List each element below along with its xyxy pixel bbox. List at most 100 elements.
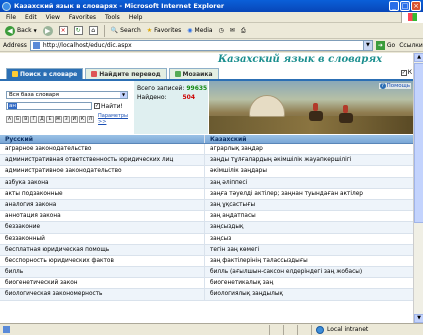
mosaic-tab-icon bbox=[174, 71, 181, 77]
kazakh-term: тегін заң көмегі bbox=[210, 246, 260, 253]
kazakh-term: биологиялық заңдылық bbox=[210, 291, 283, 298]
table-row[interactable]: биологическая закономерность биологиялық … bbox=[0, 289, 413, 301]
mail-button[interactable]: ✉ bbox=[228, 24, 237, 37]
security-zone: Local intranet bbox=[312, 325, 368, 334]
table-row[interactable]: административная ответственность юридиче… bbox=[0, 155, 413, 167]
favorites-button[interactable]: ★ Favorites bbox=[145, 24, 184, 37]
alphabet-letter[interactable]: Г bbox=[30, 115, 38, 123]
menu-file[interactable]: File bbox=[6, 14, 16, 21]
site-logo: Казахский язык в словарях bbox=[218, 54, 383, 65]
refresh-button[interactable]: ↻ bbox=[72, 24, 85, 37]
params-link[interactable]: Параметры >> bbox=[98, 113, 132, 125]
scroll-down-icon[interactable]: ▼ bbox=[414, 314, 423, 323]
table-row[interactable]: акты подзаконные заңға тәуелді актілер; з… bbox=[0, 188, 413, 200]
go-button[interactable]: ➜ Go bbox=[375, 40, 395, 50]
checkbox-icon: ✓ bbox=[400, 69, 407, 76]
alphabet-letter[interactable]: Л bbox=[86, 115, 95, 123]
links-button[interactable]: Ссылки bbox=[399, 42, 423, 49]
address-dropdown-icon[interactable]: ▼ bbox=[362, 40, 372, 50]
search-button[interactable]: 🔍 Search bbox=[109, 24, 143, 37]
address-input[interactable]: http://localhost/educ/dic.aspx ▼ bbox=[29, 39, 373, 51]
alphabet-letter[interactable]: А bbox=[6, 115, 14, 123]
search-tab-icon bbox=[12, 71, 18, 77]
scroll-up-icon[interactable]: ▲ bbox=[414, 53, 423, 62]
kazakh-term: заң фактілерінің талассыздығы bbox=[210, 257, 308, 264]
alphabet-letter[interactable]: Д bbox=[38, 115, 46, 123]
status-cell bbox=[270, 324, 284, 335]
alphabet-letter[interactable]: И bbox=[70, 115, 78, 123]
address-url: http://localhost/educ/dic.aspx bbox=[42, 41, 132, 49]
status-cell bbox=[298, 324, 312, 335]
back-button[interactable]: ◀ Back ▼ bbox=[3, 24, 39, 37]
print-button[interactable]: ⎙ bbox=[239, 24, 248, 37]
results-header: Русский Казахский bbox=[0, 135, 413, 144]
dictionary-select[interactable]: Вся база словаря ▼ bbox=[6, 91, 128, 99]
alphabet-letter[interactable]: В bbox=[22, 115, 30, 123]
russian-term: азбука закона bbox=[0, 177, 205, 188]
table-row[interactable]: биогенетический закон биогенетикалық заң bbox=[0, 278, 413, 290]
alphabet-letter[interactable]: Ж bbox=[54, 115, 62, 123]
kazakh-term: заң аңдатпасы bbox=[210, 213, 256, 220]
search-form: Вся база словаря ▼ ан ✓ Найти! А Б В Г Д… bbox=[6, 91, 132, 125]
table-row[interactable]: аналогия закона заң ұқсастығы bbox=[0, 199, 413, 212]
menu-favorites[interactable]: Favorites bbox=[69, 14, 96, 21]
alphabet-letter[interactable]: К bbox=[78, 115, 86, 123]
kazakh-term: заңға тәуелді актілер; заңнан туындаған … bbox=[210, 190, 363, 197]
russian-term: аналогия закона bbox=[0, 199, 205, 211]
kazakh-term: заң әліппесі bbox=[210, 179, 248, 186]
top-checkbox[interactable]: ✓ К bbox=[400, 69, 412, 76]
table-row[interactable]: аннотация закона заң аңдатпасы bbox=[0, 211, 413, 223]
tab-translate[interactable]: Найдите перевод bbox=[85, 68, 167, 79]
media-button[interactable]: ◉ Media bbox=[185, 24, 214, 37]
checkbox-icon: ✓ bbox=[94, 103, 100, 109]
page-icon bbox=[32, 41, 40, 49]
menu-tools[interactable]: Tools bbox=[105, 14, 120, 21]
russian-term: административная ответственность юридиче… bbox=[0, 155, 205, 166]
menu-view[interactable]: View bbox=[46, 14, 60, 21]
toolbar-separator bbox=[103, 24, 105, 37]
found-records: Найдено: 504 bbox=[137, 94, 195, 101]
mail-icon: ✉ bbox=[229, 27, 235, 34]
find-button[interactable]: ✓ Найти! bbox=[94, 103, 123, 110]
table-row[interactable]: аграрное законодательство аграрлық заңдар bbox=[0, 144, 413, 156]
stop-button[interactable]: × bbox=[57, 24, 70, 37]
kazakh-term: заң ұқсастығы bbox=[210, 201, 256, 208]
russian-term: бесплатная юридическая помощь bbox=[0, 244, 205, 255]
russian-term: аграрное законодательство bbox=[0, 144, 205, 155]
kazakh-term: заңды тұлғалардың әкімшілік жауапкершілі… bbox=[210, 157, 352, 164]
status-text bbox=[0, 324, 270, 335]
close-button[interactable]: × bbox=[411, 1, 421, 11]
alphabet-letter[interactable]: Е bbox=[46, 115, 54, 123]
table-row[interactable]: беззаконный заңсыз bbox=[0, 233, 413, 245]
scroll-thumb[interactable] bbox=[414, 63, 423, 223]
russian-term: беззаконие bbox=[0, 222, 205, 233]
vertical-scrollbar[interactable]: ▲ ▼ bbox=[413, 53, 423, 323]
russian-term: бесспорность юридических фактов bbox=[0, 255, 205, 267]
kazakh-term: билль (ағылшын-саксон елдеріндегі заң жо… bbox=[210, 269, 363, 276]
menu-help[interactable]: Help bbox=[129, 14, 143, 21]
column-header-russian[interactable]: Русский bbox=[0, 135, 205, 143]
table-row[interactable]: административное законодательство әкімшіл… bbox=[0, 166, 413, 178]
forward-button[interactable]: ▶ bbox=[41, 24, 55, 37]
help-link[interactable]: ? Помощь bbox=[378, 83, 411, 89]
tab-mosaic[interactable]: Мозаика bbox=[168, 68, 219, 79]
alphabet-letter[interactable]: З bbox=[62, 115, 70, 123]
table-row[interactable]: азбука закона заң әліппесі bbox=[0, 177, 413, 189]
search-input[interactable]: ан bbox=[6, 102, 92, 110]
maximize-button[interactable]: □ bbox=[400, 1, 410, 11]
menu-edit[interactable]: Edit bbox=[25, 14, 37, 21]
tab-search[interactable]: Поиск в словаре bbox=[6, 68, 84, 79]
horse-image bbox=[309, 111, 323, 121]
minimize-button[interactable]: _ bbox=[389, 1, 399, 11]
alphabet-letter[interactable]: Б bbox=[14, 115, 22, 123]
menu-bar: File Edit View Favorites Tools Help bbox=[0, 12, 423, 23]
stats-panel: Всего записей: 99635 Найдено: 504 bbox=[134, 81, 208, 134]
history-button[interactable]: ◷ bbox=[217, 24, 226, 37]
table-row[interactable]: бесплатная юридическая помощь тегін заң к… bbox=[0, 244, 413, 256]
column-header-kazakh[interactable]: Казахский bbox=[205, 135, 413, 143]
table-row[interactable]: беззаконие заңсыздық bbox=[0, 222, 413, 234]
kazakh-term: биогенетикалық заң bbox=[210, 280, 274, 287]
table-row[interactable]: билль билль (ағылшын-саксон елдеріндегі з… bbox=[0, 267, 413, 279]
home-button[interactable]: ⌂ bbox=[87, 24, 100, 37]
table-row[interactable]: бесспорность юридических фактов заң факті… bbox=[0, 255, 413, 268]
